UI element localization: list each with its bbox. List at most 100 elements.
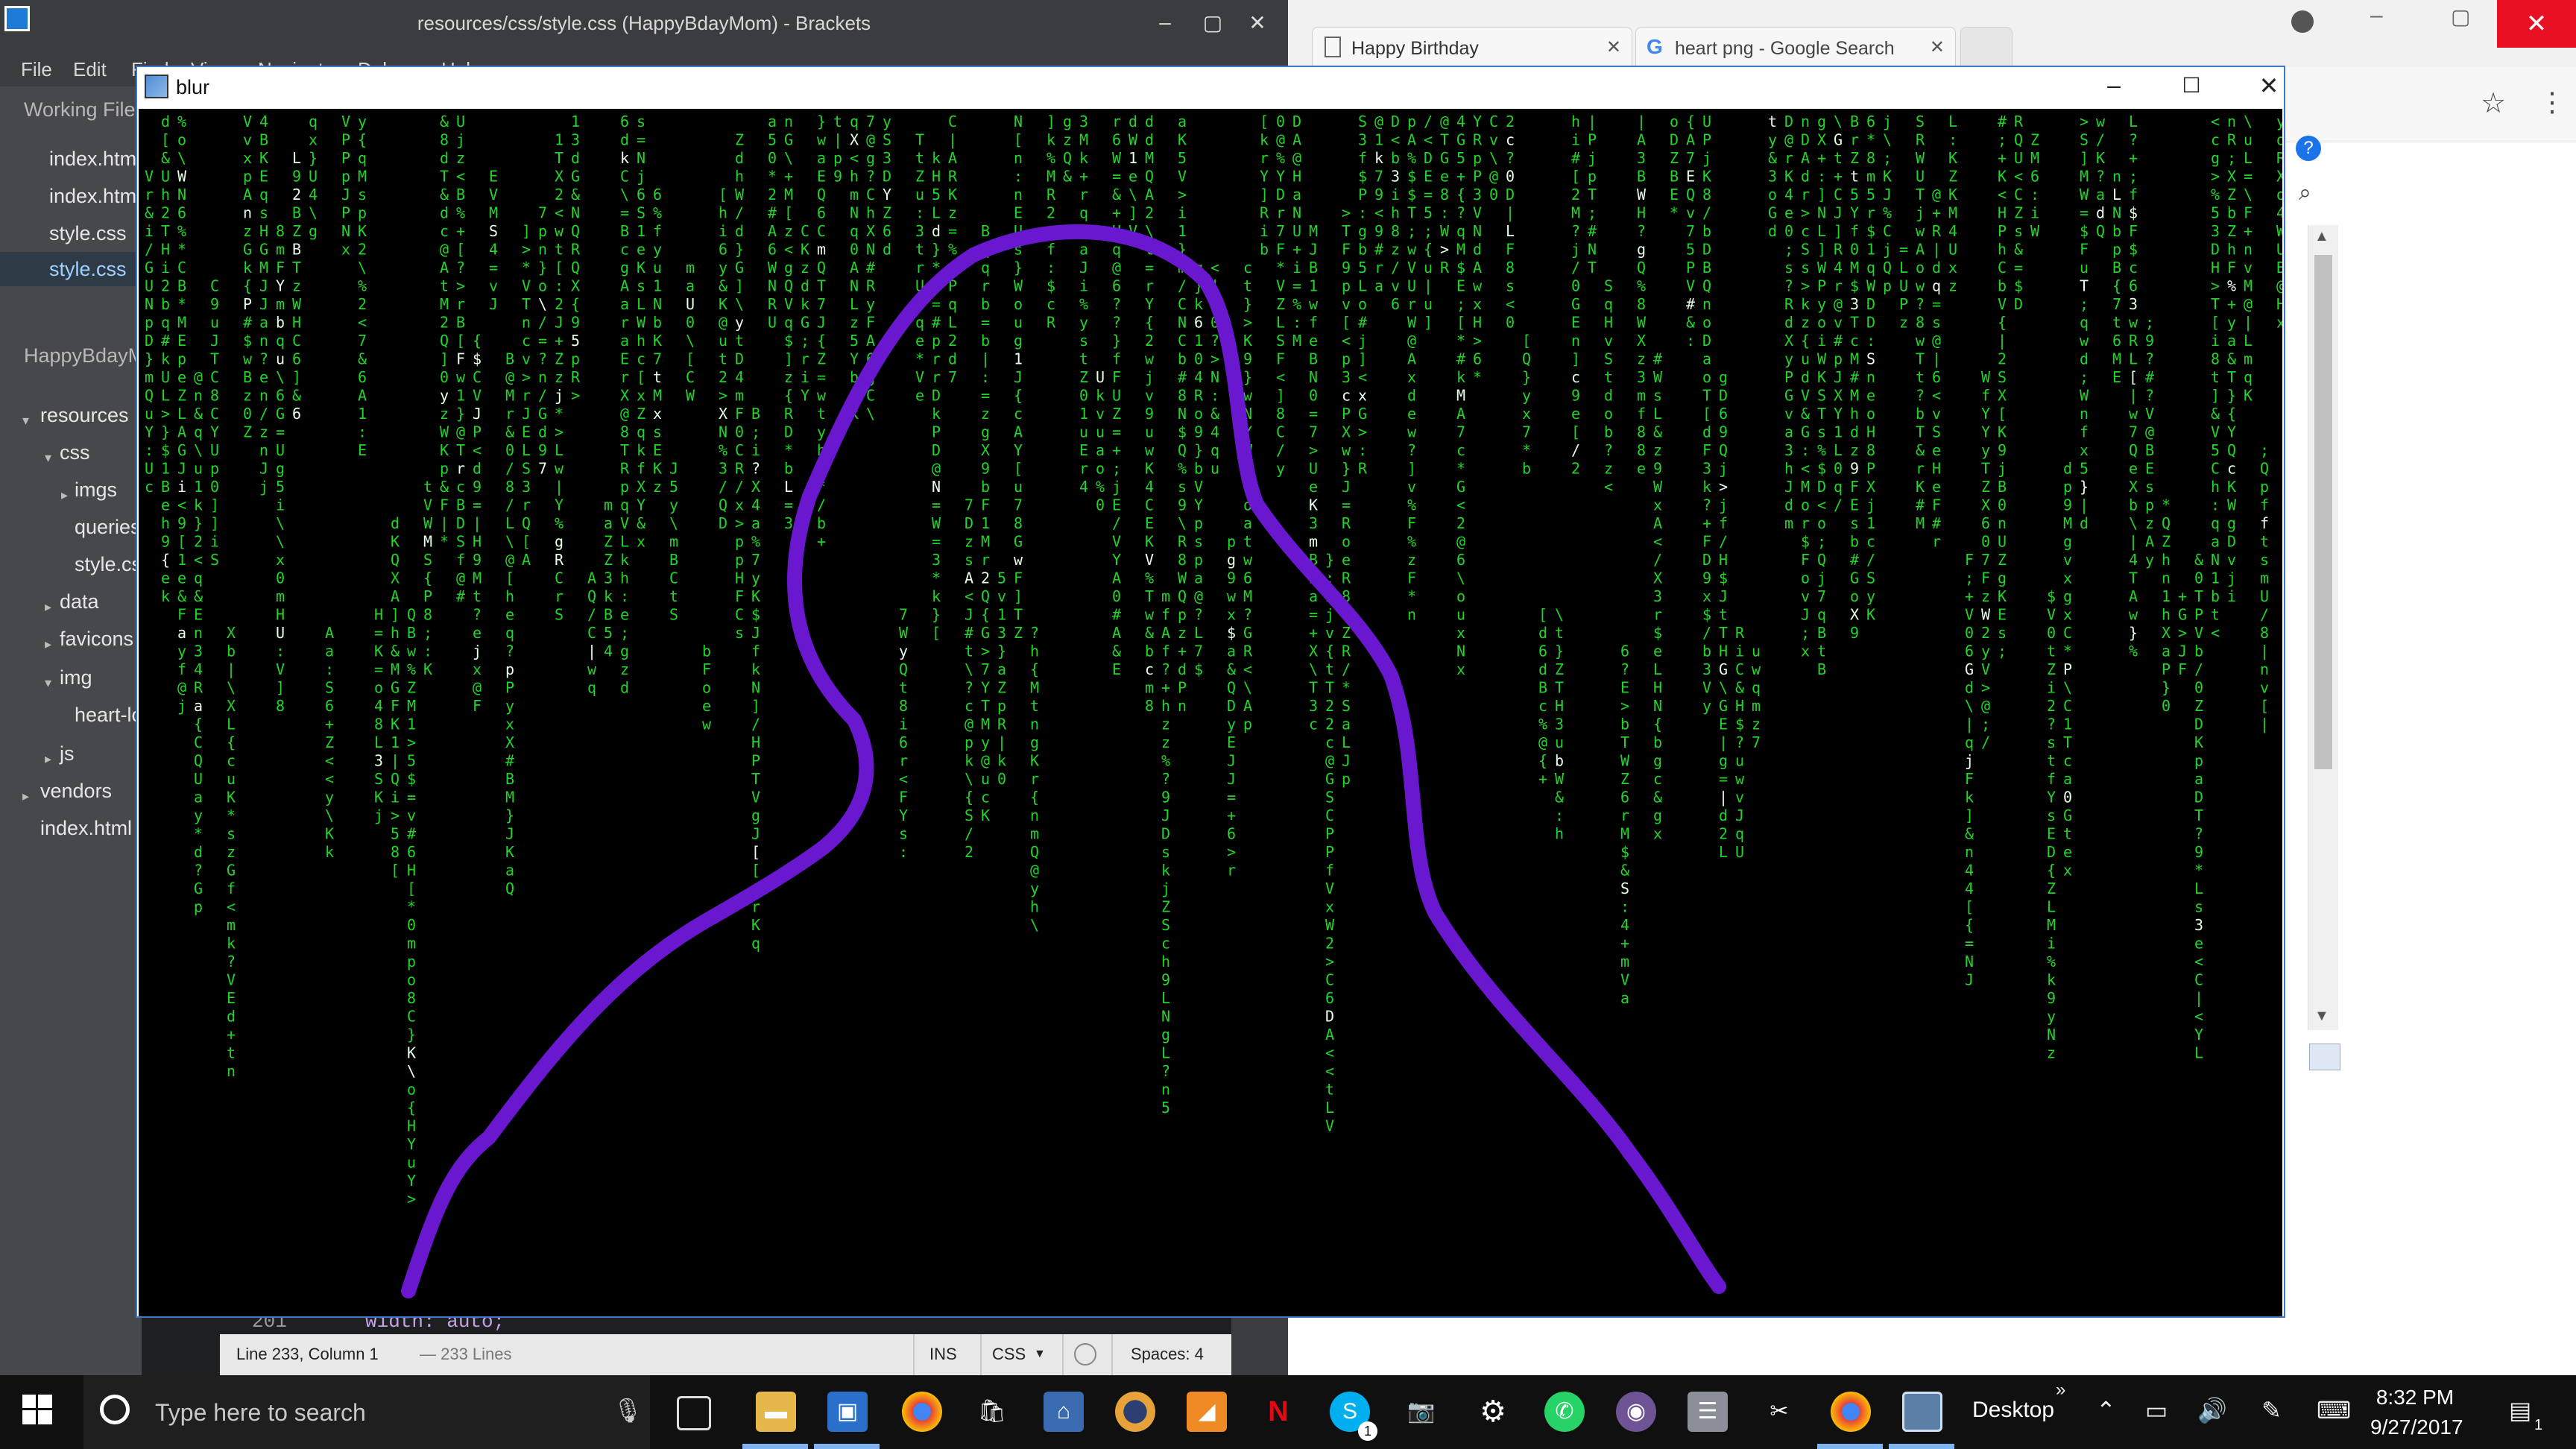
- working-file-item[interactable]: index.html: [49, 148, 141, 171]
- chevron-right-icon[interactable]: ▸: [61, 487, 68, 503]
- close-icon[interactable]: ✕: [1606, 37, 1621, 58]
- tab-happy-birthday[interactable]: Happy Birthday ✕: [1312, 27, 1632, 67]
- purple-annotation-stroke: [401, 224, 1726, 1298]
- battery-icon[interactable]: ▭: [2145, 1396, 2168, 1424]
- chevron-up-icon[interactable]: ▲: [2314, 228, 2329, 245]
- divider: [980, 1334, 982, 1375]
- indent-spaces[interactable]: Spaces: 4: [1131, 1345, 1204, 1364]
- chevron-right-icon[interactable]: ▸: [22, 789, 29, 804]
- clock-date[interactable]: 9/27/2017: [2370, 1415, 2463, 1439]
- app-icon[interactable]: ⌂: [1044, 1392, 1084, 1432]
- insert-mode[interactable]: INS: [929, 1345, 957, 1364]
- brackets-taskbar-icon[interactable]: ▣: [827, 1392, 868, 1432]
- maximize-icon[interactable]: ▢: [2451, 4, 2470, 29]
- working-file-item[interactable]: style.css: [49, 222, 127, 245]
- camera-icon[interactable]: 📷: [1401, 1392, 1442, 1432]
- volume-icon[interactable]: 🔊: [2197, 1396, 2227, 1424]
- chrome-menu-icon[interactable]: ⋮: [2539, 86, 2566, 118]
- chevron-down-icon[interactable]: ▾: [22, 413, 29, 429]
- file-explorer-icon[interactable]: ▬: [756, 1392, 796, 1432]
- settings-gear-icon[interactable]: ⚙: [1473, 1392, 1513, 1432]
- github-icon[interactable]: ◉: [1616, 1392, 1656, 1432]
- netflix-icon[interactable]: N: [1258, 1392, 1298, 1432]
- windows-taskbar: Type here to search 🎙 ▬ ▣ 🛍 ⌂ ◢ N S 1 📷 …: [0, 1375, 2576, 1449]
- chevron-down-icon[interactable]: ▾: [45, 675, 51, 691]
- thumbnail-icon[interactable]: [2309, 1044, 2340, 1070]
- chrome-close-button[interactable]: ✕: [2497, 0, 2576, 48]
- close-icon[interactable]: ✕: [2247, 72, 2291, 100]
- brackets-statusbar: Line 233, Column 1 — 233 Lines INS CSS ▼…: [220, 1334, 1231, 1375]
- blur-titlebar: blur – ☐ ✕: [137, 67, 2284, 109]
- scrollbar-thumb[interactable]: [2314, 255, 2332, 769]
- desktop-toolbar-label[interactable]: Desktop: [1972, 1398, 2054, 1423]
- chevron-right-icon[interactable]: ▸: [45, 637, 51, 652]
- blur-app-icon[interactable]: [1902, 1392, 1942, 1432]
- minimize-icon[interactable]: –: [2370, 3, 2383, 28]
- language-select[interactable]: CSS: [992, 1345, 1026, 1364]
- chevron-right-icon[interactable]: ▸: [45, 599, 51, 615]
- matlab-icon[interactable]: ◢: [1187, 1392, 1227, 1432]
- chevron-right-icon[interactable]: »: [2056, 1380, 2065, 1401]
- brackets-window-title: resources/css/style.css (HappyBdayMom) -…: [417, 12, 871, 34]
- chevron-right-icon[interactable]: ▸: [45, 751, 51, 767]
- eclipse-icon[interactable]: [1115, 1392, 1155, 1432]
- taskbar-search-box[interactable]: Type here to search 🎙: [83, 1375, 650, 1449]
- windows-start-icon[interactable]: [22, 1395, 52, 1424]
- store-icon[interactable]: 🛍: [972, 1392, 1012, 1432]
- brackets-sidebar: Working Files index.html index.html styl…: [0, 86, 173, 1375]
- line-count: — 233 Lines: [420, 1345, 512, 1363]
- chevron-down-icon[interactable]: ▼: [2314, 1008, 2329, 1025]
- minimize-icon[interactable]: –: [2092, 72, 2136, 99]
- keyboard-icon[interactable]: ⌨: [2317, 1396, 2351, 1424]
- tab-google-search[interactable]: G heart png - Google Search ✕: [1635, 27, 1956, 67]
- page-scrollbar[interactable]: ▲ ▼: [2308, 225, 2338, 1030]
- close-icon[interactable]: ✕: [1240, 10, 1275, 35]
- working-file-item[interactable]: index.html: [49, 185, 141, 208]
- task-view-icon[interactable]: [677, 1396, 711, 1430]
- tree-folder-resources[interactable]: resources: [40, 404, 129, 427]
- paint-icon[interactable]: ✂: [1759, 1392, 1799, 1432]
- menu-edit[interactable]: Edit: [73, 52, 107, 81]
- maximize-icon[interactable]: ☐: [2169, 73, 2214, 98]
- tree-file-index[interactable]: index.html: [40, 817, 132, 840]
- notification-count: 1: [2534, 1417, 2543, 1433]
- chevron-down-icon[interactable]: ▼: [1034, 1348, 1046, 1361]
- notification-center-icon[interactable]: ▤: [2509, 1396, 2531, 1424]
- working-file-item-active[interactable]: style.css: [49, 258, 127, 281]
- whatsapp-icon[interactable]: ✆: [1544, 1392, 1585, 1432]
- chevron-up-icon[interactable]: ⌃: [2096, 1396, 2116, 1424]
- pen-icon[interactable]: ✎: [2261, 1396, 2282, 1424]
- google-icon: G: [1647, 35, 1663, 58]
- new-tab-button[interactable]: [1960, 27, 2012, 67]
- blur-window-title: blur: [176, 76, 210, 98]
- tree-folder-js[interactable]: js: [60, 742, 75, 765]
- menu-file[interactable]: File: [21, 52, 52, 81]
- chevron-down-icon[interactable]: ▾: [45, 450, 51, 466]
- clock-time[interactable]: 8:32 PM: [2370, 1386, 2460, 1409]
- skype-badge: 1: [1358, 1421, 1377, 1441]
- tree-folder-img[interactable]: img: [60, 666, 92, 689]
- app-icon: [145, 75, 168, 98]
- tree-folder-vendors[interactable]: vendors: [40, 780, 112, 803]
- bookmark-star-icon[interactable]: ☆: [2481, 86, 2506, 120]
- active-app-indicator: [814, 1444, 880, 1449]
- tree-folder-imgs[interactable]: imgs: [75, 479, 117, 502]
- cortana-icon: [100, 1395, 130, 1424]
- active-app-indicator: [742, 1444, 808, 1449]
- tree-file-queries[interactable]: queries: [75, 516, 141, 539]
- linter-status-icon[interactable]: [1074, 1343, 1096, 1366]
- account-icon[interactable]: [2291, 10, 2314, 33]
- tab-label: Happy Birthday: [1351, 38, 1479, 59]
- search-icon[interactable]: ⌕: [2299, 180, 2311, 206]
- chrome-taskbar-icon[interactable]: [902, 1392, 942, 1432]
- database-icon[interactable]: ☰: [1688, 1392, 1728, 1432]
- maximize-icon[interactable]: ▢: [1196, 10, 1230, 35]
- tree-folder-favicons[interactable]: favicons: [60, 628, 133, 651]
- tree-folder-css[interactable]: css: [60, 441, 90, 464]
- tree-folder-data[interactable]: data: [60, 590, 99, 613]
- chrome-taskbar-icon[interactable]: [1831, 1392, 1871, 1432]
- microphone-icon[interactable]: 🎙: [613, 1396, 643, 1424]
- close-icon[interactable]: ✕: [1930, 37, 1945, 58]
- minimize-icon[interactable]: –: [1148, 10, 1182, 34]
- help-icon[interactable]: ?: [2296, 136, 2321, 161]
